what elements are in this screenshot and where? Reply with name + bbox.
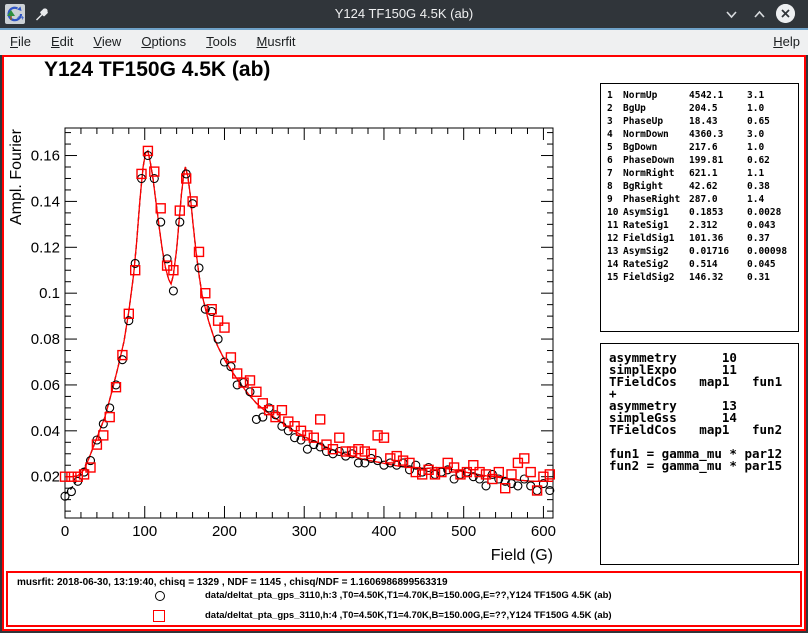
- svg-text:100: 100: [132, 523, 157, 540]
- menu-item-view[interactable]: View: [83, 30, 131, 49]
- menu-item-options[interactable]: Options: [131, 30, 196, 49]
- menu-item-edit[interactable]: Edit: [41, 30, 83, 49]
- param-row: 3PhaseUp18.430.65: [607, 115, 798, 128]
- param-row: 1NormUp4542.13.1: [607, 89, 798, 102]
- svg-text:0.06: 0.06: [31, 377, 60, 394]
- circle-marker-icon: [155, 591, 165, 601]
- svg-text:0.1: 0.1: [39, 285, 60, 302]
- window-title: Y124 TF150G 4.5K (ab): [0, 0, 808, 28]
- svg-text:600: 600: [531, 523, 556, 540]
- svg-text:0.14: 0.14: [31, 193, 60, 210]
- param-row: 2BgUp204.51.0: [607, 102, 798, 115]
- legend-row: data/deltat_pta_gps_3110,h:3 ,T0=4.50K,T…: [8, 588, 800, 604]
- x-axis-labels: 0 100 200 300 400 500 600: [61, 523, 556, 540]
- info-legend-pad[interactable]: musrfit: 2018-06-30, 13:19:40, chisq = 1…: [6, 571, 802, 627]
- fit-parameter-box[interactable]: 1NormUp4542.13.12BgUp204.51.03PhaseUp18.…: [600, 83, 799, 332]
- theory-text: asymmetry 10 simplExpo 11 TFieldCos map1…: [609, 352, 798, 472]
- y-axis-labels: 0.02 0.04 0.06 0.08 0.1 0.12 0.14 0.16: [31, 148, 60, 486]
- svg-text:400: 400: [371, 523, 396, 540]
- param-row: 14RateSig20.5140.045: [607, 258, 798, 271]
- legend-label: data/deltat_pta_gps_3110,h:3 ,T0=4.50K,T…: [205, 590, 612, 601]
- menu-item-tools[interactable]: Tools: [196, 30, 246, 49]
- maximize-icon[interactable]: [752, 7, 767, 22]
- x-axis-title: Field (G): [491, 547, 553, 564]
- param-row: 7NormRight621.11.1: [607, 167, 798, 180]
- param-row: 10AsymSig10.18530.0028: [607, 206, 798, 219]
- root-canvas[interactable]: 01002003004005006000.020.040.060.080.10.…: [2, 55, 806, 631]
- param-row: 6PhaseDown199.810.62: [607, 154, 798, 167]
- param-row: 4NormDown4360.33.0: [607, 128, 798, 141]
- theory-box[interactable]: asymmetry 10 simplExpo 11 TFieldCos map1…: [600, 343, 799, 565]
- svg-text:0.02: 0.02: [31, 469, 60, 486]
- param-row: 8BgRight42.620.38: [607, 180, 798, 193]
- close-icon[interactable]: [776, 4, 795, 23]
- y-axis-ticks: [65, 133, 553, 512]
- param-row: 11RateSig12.3120.043: [607, 219, 798, 232]
- param-row: 9PhaseRight287.01.4: [607, 193, 798, 206]
- svg-text:200: 200: [212, 523, 237, 540]
- musrfit-status-line: musrfit: 2018-06-30, 13:19:40, chisq = 1…: [17, 577, 448, 588]
- svg-text:0.04: 0.04: [31, 423, 60, 440]
- svg-text:0.16: 0.16: [31, 148, 60, 165]
- minimize-icon[interactable]: [724, 7, 739, 22]
- fourier-spectrum-plot[interactable]: 01002003004005006000.020.040.060.080.10.…: [4, 57, 600, 569]
- svg-text:500: 500: [451, 523, 476, 540]
- menu-item-musrfit[interactable]: Musrfit: [247, 30, 306, 49]
- param-row: 15FieldSig2146.320.31: [607, 271, 798, 284]
- square-marker-icon: [153, 610, 165, 622]
- param-row: 5BgDown217.61.0: [607, 141, 798, 154]
- series-squares: [61, 146, 555, 495]
- param-row: 13AsymSig20.017160.00098: [607, 245, 798, 258]
- svg-text:300: 300: [292, 523, 317, 540]
- menu-items: FileEditViewOptionsToolsMusrfit: [0, 33, 306, 50]
- menubar: FileEditViewOptionsToolsMusrfit Help: [0, 28, 808, 55]
- legend-row: data/deltat_pta_gps_3110,h:4 ,T0=4.50K,T…: [8, 608, 800, 624]
- legend-label: data/deltat_pta_gps_3110,h:4 ,T0=4.50K,T…: [205, 610, 612, 621]
- svg-text:0.12: 0.12: [31, 239, 60, 256]
- x-axis-ticks: [81, 128, 543, 518]
- svg-text:0.08: 0.08: [31, 331, 60, 348]
- main-plot-pad[interactable]: 01002003004005006000.020.040.060.080.10.…: [4, 57, 804, 571]
- series-circles: [61, 152, 554, 501]
- fit-h4: [65, 151, 553, 481]
- menu-item-help[interactable]: Help: [773, 34, 800, 49]
- svg-text:0: 0: [61, 523, 69, 540]
- param-row: 12FieldSig1101.360.37: [607, 232, 798, 245]
- y-axis-title: Ampl. Fourier: [8, 128, 25, 225]
- plot-title: Y124 TF150G 4.5K (ab): [44, 58, 270, 82]
- titlebar: ++ Y124 TF150G 4.5K (ab): [0, 0, 808, 28]
- menu-item-file[interactable]: File: [0, 30, 41, 49]
